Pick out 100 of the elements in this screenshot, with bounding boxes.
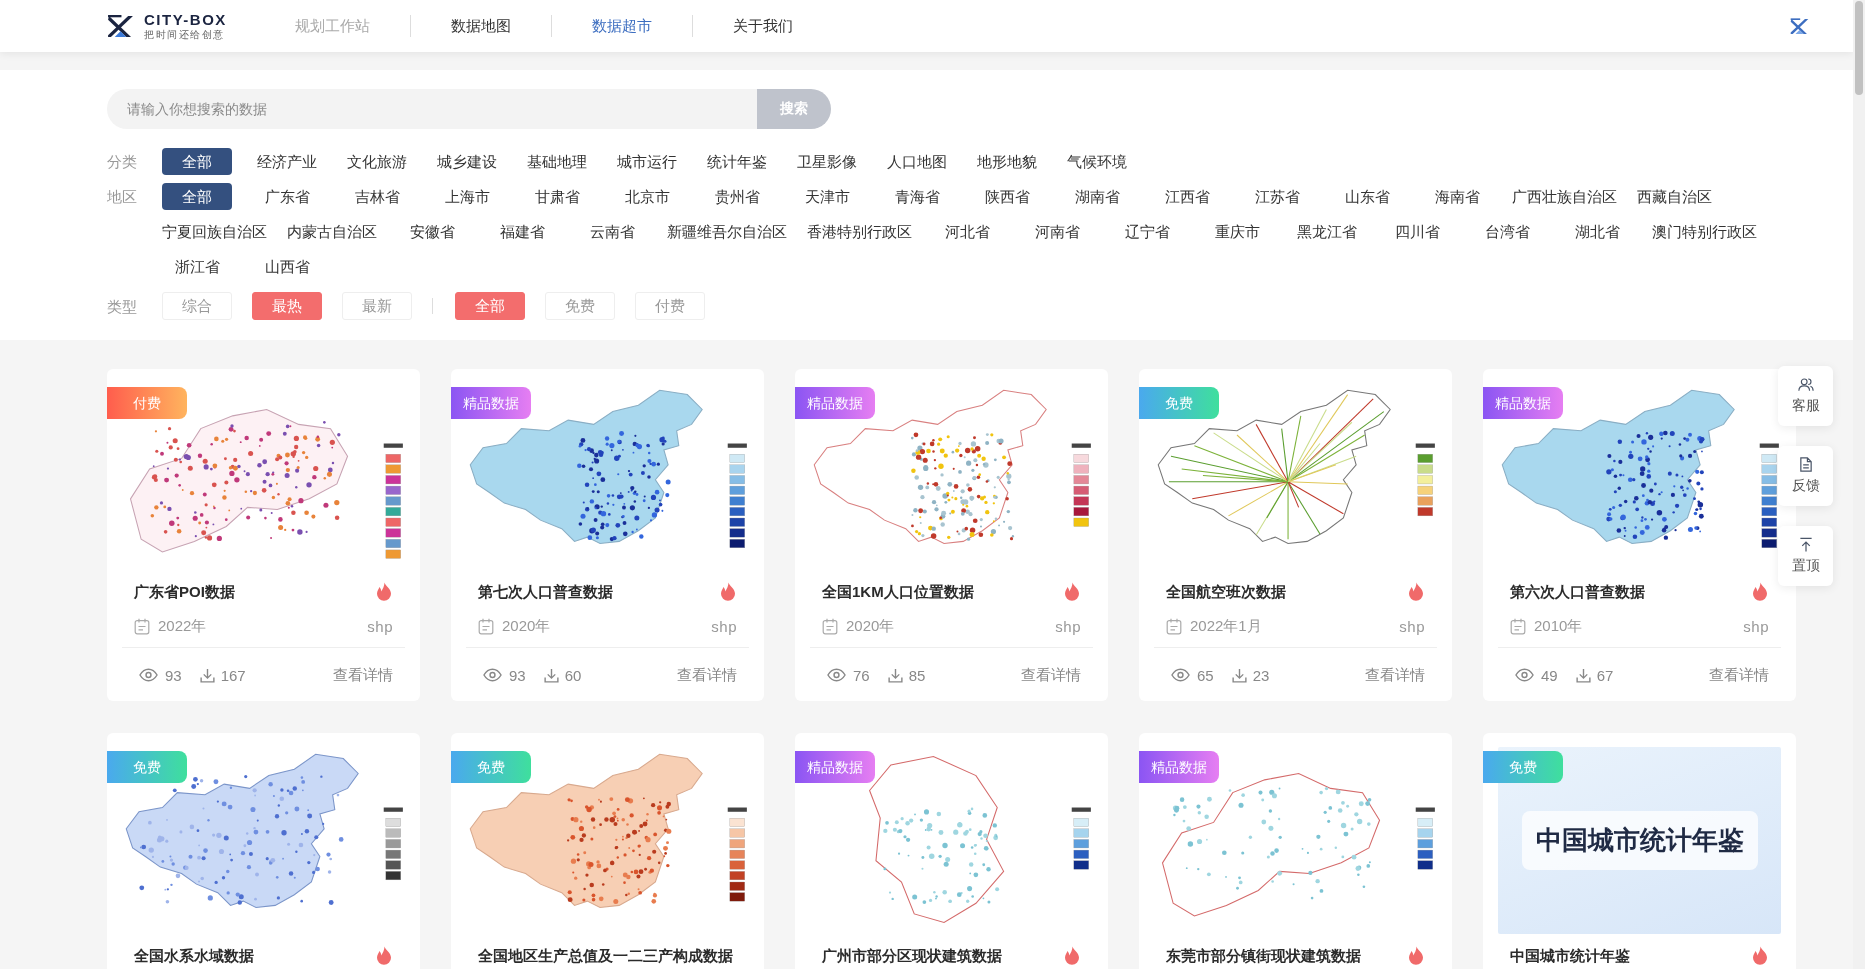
details-link[interactable]: 查看详情 [1709,665,1769,685]
logo-icon[interactable] [107,14,134,38]
filter-option[interactable]: 陕西省 [972,183,1042,210]
nav-link[interactable]: 数据地图 [450,16,511,36]
logo-tagline: 把时间还给创意 [144,30,226,40]
filter-option[interactable]: 江西省 [1152,183,1222,210]
filter-option[interactable]: 香港特别行政区 [807,218,912,245]
calendar-icon [478,617,494,635]
filter-option[interactable]: 城市运行 [612,148,682,175]
filter-option[interactable]: 文化旅游 [342,148,412,175]
filter-option[interactable]: 内蒙古自治区 [287,218,377,245]
filter-option[interactable]: 全部 [162,148,232,175]
filter-option[interactable]: 城乡建设 [432,148,502,175]
filter-option[interactable]: 气候环境 [1062,148,1132,175]
nav-link[interactable]: 关于我们 [732,16,793,36]
filter-option[interactable]: 海南省 [1422,183,1492,210]
people-icon [1797,377,1814,392]
eye-icon [139,668,158,682]
filter-option[interactable]: 云南省 [577,218,647,245]
card-badge: 免费 [107,751,187,783]
dataset-card[interactable]: 免费 全国地区生产总值及一二三产构成数据 [451,733,764,969]
download-count: 167 [220,666,246,684]
filter-option[interactable]: 辽宁省 [1112,218,1182,245]
filter-option[interactable]: 宁夏回族自治区 [162,218,267,245]
eye-icon [1515,668,1534,682]
date-text: 2022年 [158,616,207,636]
dataset-card[interactable]: 精品数据 第七次人口普查数据 2020年 shp 93 60 查看详情 [451,369,764,701]
filter-option[interactable]: 西藏自治区 [1637,183,1712,210]
dataset-card[interactable]: 免费 全国水系水域数据 [107,733,420,969]
filter-option[interactable]: 山西省 [252,253,322,280]
filter-option[interactable]: 福建省 [487,218,557,245]
filter-option[interactable]: 台湾省 [1472,218,1542,245]
filter-option[interactable]: 河北省 [932,218,1002,245]
details-link[interactable]: 查看详情 [333,665,393,685]
details-link[interactable]: 查看详情 [1021,665,1081,685]
format-text: shp [1055,617,1081,635]
card-badge: 免费 [451,751,531,783]
download-icon [1231,667,1247,683]
filter-option[interactable]: 四川省 [1382,218,1452,245]
filter-option[interactable]: 贵州省 [702,183,772,210]
feedback-button[interactable]: 反馈 [1778,446,1833,506]
scrollbar-thumb[interactable] [1855,1,1863,95]
view-count: 93 [165,666,182,684]
card-title: 第六次人口普查数据 [1510,582,1645,602]
filter-option[interactable]: 山东省 [1332,183,1402,210]
dataset-card[interactable]: 付费 广东省POI数据 2022年 shp 93 167 查看详情 [107,369,420,701]
filter-option[interactable]: 经济产业 [252,148,322,175]
dataset-card[interactable]: 精品数据 广州市部分区现状建筑数据 [795,733,1108,969]
card-title: 全国1KM人口位置数据 [822,582,974,602]
filter-option[interactable]: 天津市 [792,183,862,210]
back-to-top-button[interactable]: 置顶 [1778,526,1833,586]
eye-icon [827,668,846,682]
download-count: 60 [564,666,582,684]
format-text: shp [711,617,737,635]
card-badge: 精品数据 [451,387,531,419]
filter-option[interactable]: 安徽省 [397,218,467,245]
card-title: 中国城市统计年鉴 [1510,946,1630,966]
filter-option[interactable]: 广东省 [252,183,322,210]
filter-option[interactable]: 湖南省 [1062,183,1132,210]
filter-option[interactable]: 广西壮族自治区 [1512,183,1617,210]
details-link[interactable]: 查看详情 [677,665,737,685]
card-title: 全国航空班次数据 [1166,582,1286,602]
filter-option[interactable]: 上海市 [432,183,502,210]
filter-option[interactable]: 吉林省 [342,183,412,210]
download-icon [1575,667,1591,683]
filter-option[interactable]: 基础地理 [522,148,592,175]
filter-option[interactable]: 浙江省 [162,253,232,280]
filter-option[interactable]: 甘肃省 [522,183,592,210]
filter-option[interactable]: 湖北省 [1562,218,1632,245]
card-title: 全国水系水域数据 [134,946,254,966]
filter-option[interactable]: 青海省 [882,183,952,210]
filter-option[interactable]: 重庆市 [1202,218,1272,245]
card-title: 东莞市部分镇街现状建筑数据 [1166,946,1361,966]
filter-option[interactable]: 全部 [162,183,232,210]
filter-option[interactable]: 新疆维吾尔自治区 [667,218,787,245]
nav-link[interactable]: 数据超市 [591,16,652,36]
download-icon [543,667,559,683]
filter-option[interactable]: 人口地图 [882,148,952,175]
dataset-card[interactable]: 免费 全国航空班次数据 2022年1月 shp 65 23 查看详情 [1139,369,1452,701]
download-icon [199,667,215,683]
search-field[interactable]: 请输入你想搜索的数据 [107,89,757,129]
format-text: shp [367,617,393,635]
customer-service-button[interactable]: 客服 [1778,366,1833,426]
dataset-card[interactable]: 精品数据 全国1KM人口位置数据 2020年 shp 76 85 查看详情 [795,369,1108,701]
filter-option[interactable]: 统计年鉴 [702,148,772,175]
filter-label: 地区 [107,187,138,207]
filter-option[interactable]: 江苏省 [1242,183,1312,210]
filter-option[interactable]: 河南省 [1022,218,1092,245]
filter-option[interactable]: 黑龙江省 [1292,218,1362,245]
dataset-card[interactable]: 精品数据 东莞市部分镇街现状建筑数据 [1139,733,1452,969]
card-badge: 免费 [1483,751,1563,783]
filter-option[interactable]: 北京市 [612,183,682,210]
details-link[interactable]: 查看详情 [1365,665,1425,685]
card-title: 广州市部分区现状建筑数据 [822,946,1002,966]
dataset-card[interactable]: 免费 中国城市统计年鉴 中国城市统计年鉴 [1483,733,1796,969]
filter-option[interactable]: 澳门特别行政区 [1652,218,1757,245]
filter-option[interactable]: 卫星影像 [792,148,862,175]
filter-option[interactable]: 地形地貌 [972,148,1042,175]
calendar-icon [1166,617,1182,635]
download-count: 85 [908,666,926,684]
